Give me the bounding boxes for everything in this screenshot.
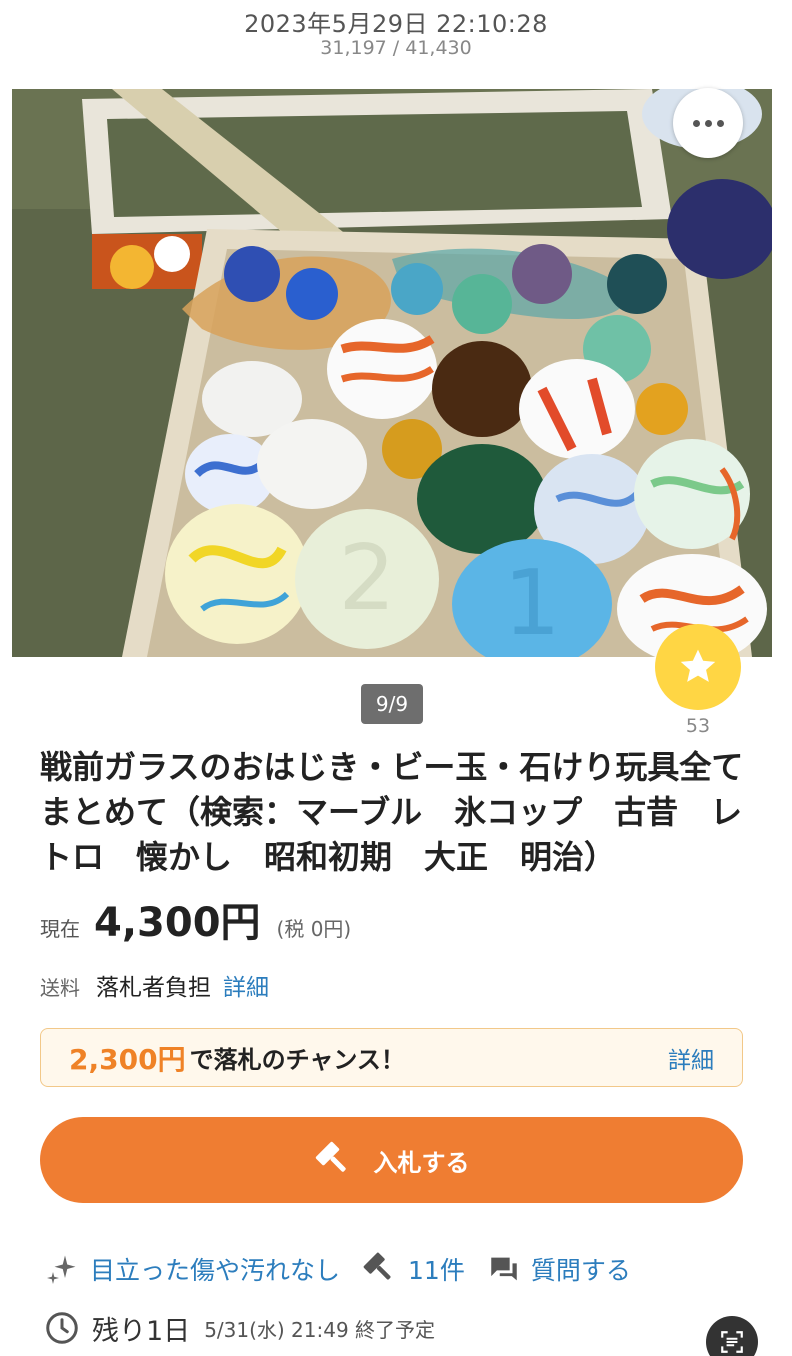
tax-amount: (税 0円) — [276, 917, 352, 941]
condition-item[interactable]: 目立った傷や汚れなし — [44, 1251, 340, 1287]
time-remaining: 残り1日 — [92, 1315, 191, 1347]
gavel-icon — [315, 1141, 346, 1172]
watchlist-button[interactable] — [655, 624, 741, 710]
chance-text: で落札のチャンス！ — [189, 1046, 405, 1074]
more-options-button[interactable] — [673, 88, 743, 158]
bid-button[interactable]: 入札する — [40, 1117, 743, 1203]
screenshot-timestamp: 2023年5月29日 22:10:28 — [244, 10, 548, 38]
bids-item[interactable]: 11件 — [362, 1251, 465, 1287]
condition-link[interactable]: 目立った傷や汚れなし — [90, 1251, 340, 1287]
scan-icon — [721, 1331, 743, 1353]
page-indicator: 9/9 — [361, 684, 423, 724]
meta-row: 目立った傷や汚れなし 11件 質問する — [44, 1246, 653, 1292]
question-link[interactable]: 質問する — [531, 1251, 631, 1287]
item-title: 戦前ガラスのおはじき・ビー玉・石けり玩具全てまとめて（検索：マーブル 氷コップ … — [40, 748, 744, 876]
star-icon — [680, 649, 716, 682]
item-photo[interactable]: 2 1 — [12, 89, 772, 657]
watch-count: 53 — [685, 715, 711, 737]
chance-banner[interactable]: 2,300円 で落札のチャンス！ 詳細 — [40, 1028, 743, 1087]
chance-detail-link[interactable]: 詳細 — [668, 1041, 714, 1075]
shipping-row: 送料 落札者負担 詳細 — [40, 968, 269, 1002]
time-row: 残り1日 5/31(水) 21:49 終了予定 — [44, 1306, 435, 1350]
price-row: 現在 4,300円 (税 0円) — [40, 890, 351, 950]
shipping-value: 落札者負担 — [96, 975, 211, 1001]
question-item[interactable]: 質問する — [487, 1251, 631, 1287]
clock-icon — [46, 1312, 78, 1344]
sparkle-icon — [47, 1255, 76, 1284]
bid-count-link[interactable]: 11件 — [408, 1251, 465, 1287]
price-label: 現在 — [40, 917, 80, 941]
shipping-label: 送料 — [40, 976, 80, 1000]
more-horizontal-icon — [692, 119, 700, 127]
gavel-icon — [363, 1252, 391, 1280]
marbles-image: 2 1 — [12, 89, 772, 657]
chance-price: 2,300円 — [69, 1042, 186, 1076]
bid-button-label: 入札する — [373, 1148, 470, 1177]
scan-button[interactable] — [706, 1316, 758, 1356]
svg-text:1: 1 — [503, 551, 560, 656]
chat-icon — [491, 1257, 517, 1281]
shipping-detail-link[interactable]: 詳細 — [223, 968, 269, 1002]
item-counter: 31,197 / 41,430 — [320, 37, 472, 59]
current-price: 4,300円 — [94, 900, 261, 946]
svg-text:2: 2 — [338, 526, 395, 631]
end-time: 5/31(水) 21:49 終了予定 — [204, 1317, 436, 1342]
